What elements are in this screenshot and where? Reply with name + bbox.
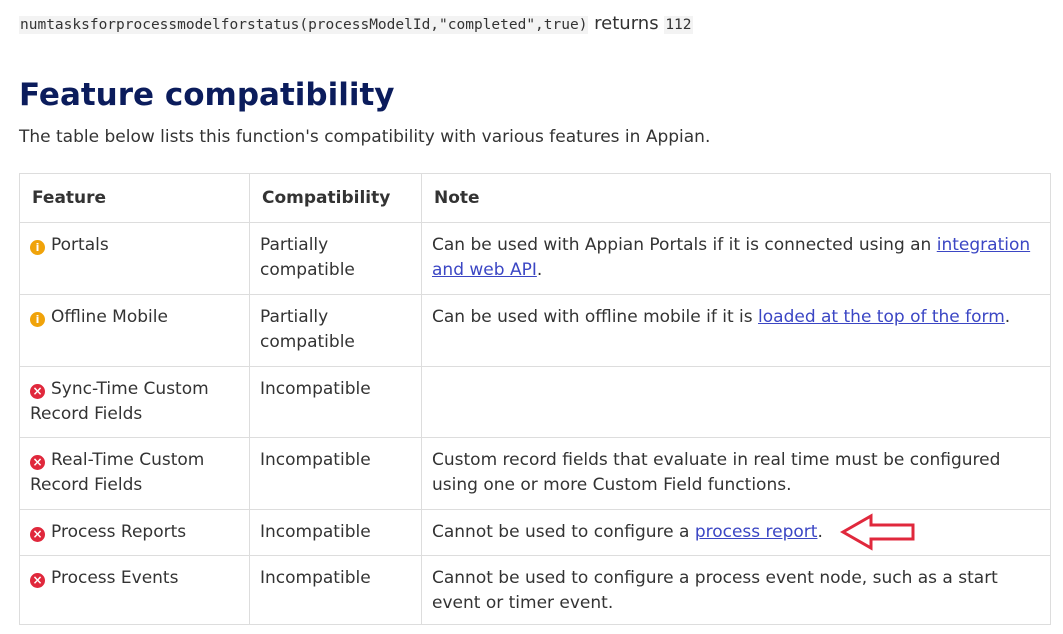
note-text-end: . <box>536 260 543 280</box>
table-row: i Portals Partially compatible Can be use… <box>19 222 1051 295</box>
example-result-line: numtasksforprocessmodelforstatus(process… <box>19 12 693 37</box>
note-cell: Can be used with offline mobile if it is… <box>421 294 1051 367</box>
compatibility-cell: Incompatible <box>249 555 422 625</box>
compatibility-cell: Incompatible <box>249 509 422 556</box>
feature-cell: i Offline Mobile <box>19 294 250 367</box>
note-text-end: . <box>817 522 823 542</box>
table-row: × Real-Time Custom Record Fields Incompat… <box>19 437 1051 510</box>
table-row: i Offline Mobile Partially compatible Can… <box>19 294 1051 367</box>
feature-cell: × Process Events <box>19 555 250 625</box>
table-row: × Sync-Time Custom Record Fields Incompat… <box>19 366 1051 438</box>
note-cell <box>421 366 1051 438</box>
note-text-end: . <box>1004 307 1011 327</box>
table-row: × Process Events Incompatible Cannot be u… <box>19 555 1051 625</box>
feature-name: Process Reports <box>51 522 187 542</box>
info-icon: i <box>30 312 45 327</box>
loaded-top-of-form-link[interactable]: loaded at the top of the form <box>758 307 1005 327</box>
left-arrow-icon <box>840 513 915 551</box>
compatibility-cell: Incompatible <box>249 366 422 438</box>
note-text: Cannot be used to configure a <box>432 522 695 542</box>
header-note: Note <box>421 173 1051 223</box>
feature-cell: × Real-Time Custom Record Fields <box>19 437 250 510</box>
table-header-row: Feature Compatibility Note <box>19 173 1051 223</box>
returns-text: returns <box>594 13 659 34</box>
error-icon: × <box>30 455 45 470</box>
error-icon: × <box>30 527 45 542</box>
error-icon: × <box>30 573 45 588</box>
feature-name: Real-Time Custom Record Fields <box>30 450 205 495</box>
info-icon: i <box>30 240 45 255</box>
process-report-link[interactable]: process report <box>695 522 818 542</box>
compatibility-cell: Incompatible <box>249 437 422 510</box>
error-icon: × <box>30 384 45 399</box>
note-text: Can be used with Appian Portals if it is… <box>432 235 937 255</box>
feature-name: Sync-Time Custom Record Fields <box>30 379 209 424</box>
note-cell: Can be used with Appian Portals if it is… <box>421 222 1051 295</box>
note-cell: Cannot be used to configure a process re… <box>421 509 1051 556</box>
feature-cell: i Portals <box>19 222 250 295</box>
section-intro: The table below lists this function's co… <box>19 127 711 147</box>
feature-name: Process Events <box>51 568 179 588</box>
example-code: numtasksforprocessmodelforstatus(process… <box>19 16 589 34</box>
feature-cell: × Sync-Time Custom Record Fields <box>19 366 250 438</box>
section-title: Feature compatibility <box>19 77 395 113</box>
example-result: 112 <box>664 16 693 34</box>
feature-cell: × Process Reports <box>19 509 250 556</box>
note-cell: Cannot be used to configure a process ev… <box>421 555 1051 625</box>
note-text: Can be used with offline mobile if it is <box>432 307 759 327</box>
feature-name: Offline Mobile <box>51 307 168 327</box>
compatibility-cell: Partially compatible <box>249 222 422 295</box>
header-feature: Feature <box>19 173 250 223</box>
header-compatibility: Compatibility <box>249 173 422 223</box>
compatibility-table: Feature Compatibility Note i Portals Part… <box>19 173 1051 625</box>
compatibility-cell: Partially compatible <box>249 294 422 367</box>
note-cell: Custom record fields that evaluate in re… <box>421 437 1051 510</box>
feature-name: Portals <box>51 235 109 255</box>
